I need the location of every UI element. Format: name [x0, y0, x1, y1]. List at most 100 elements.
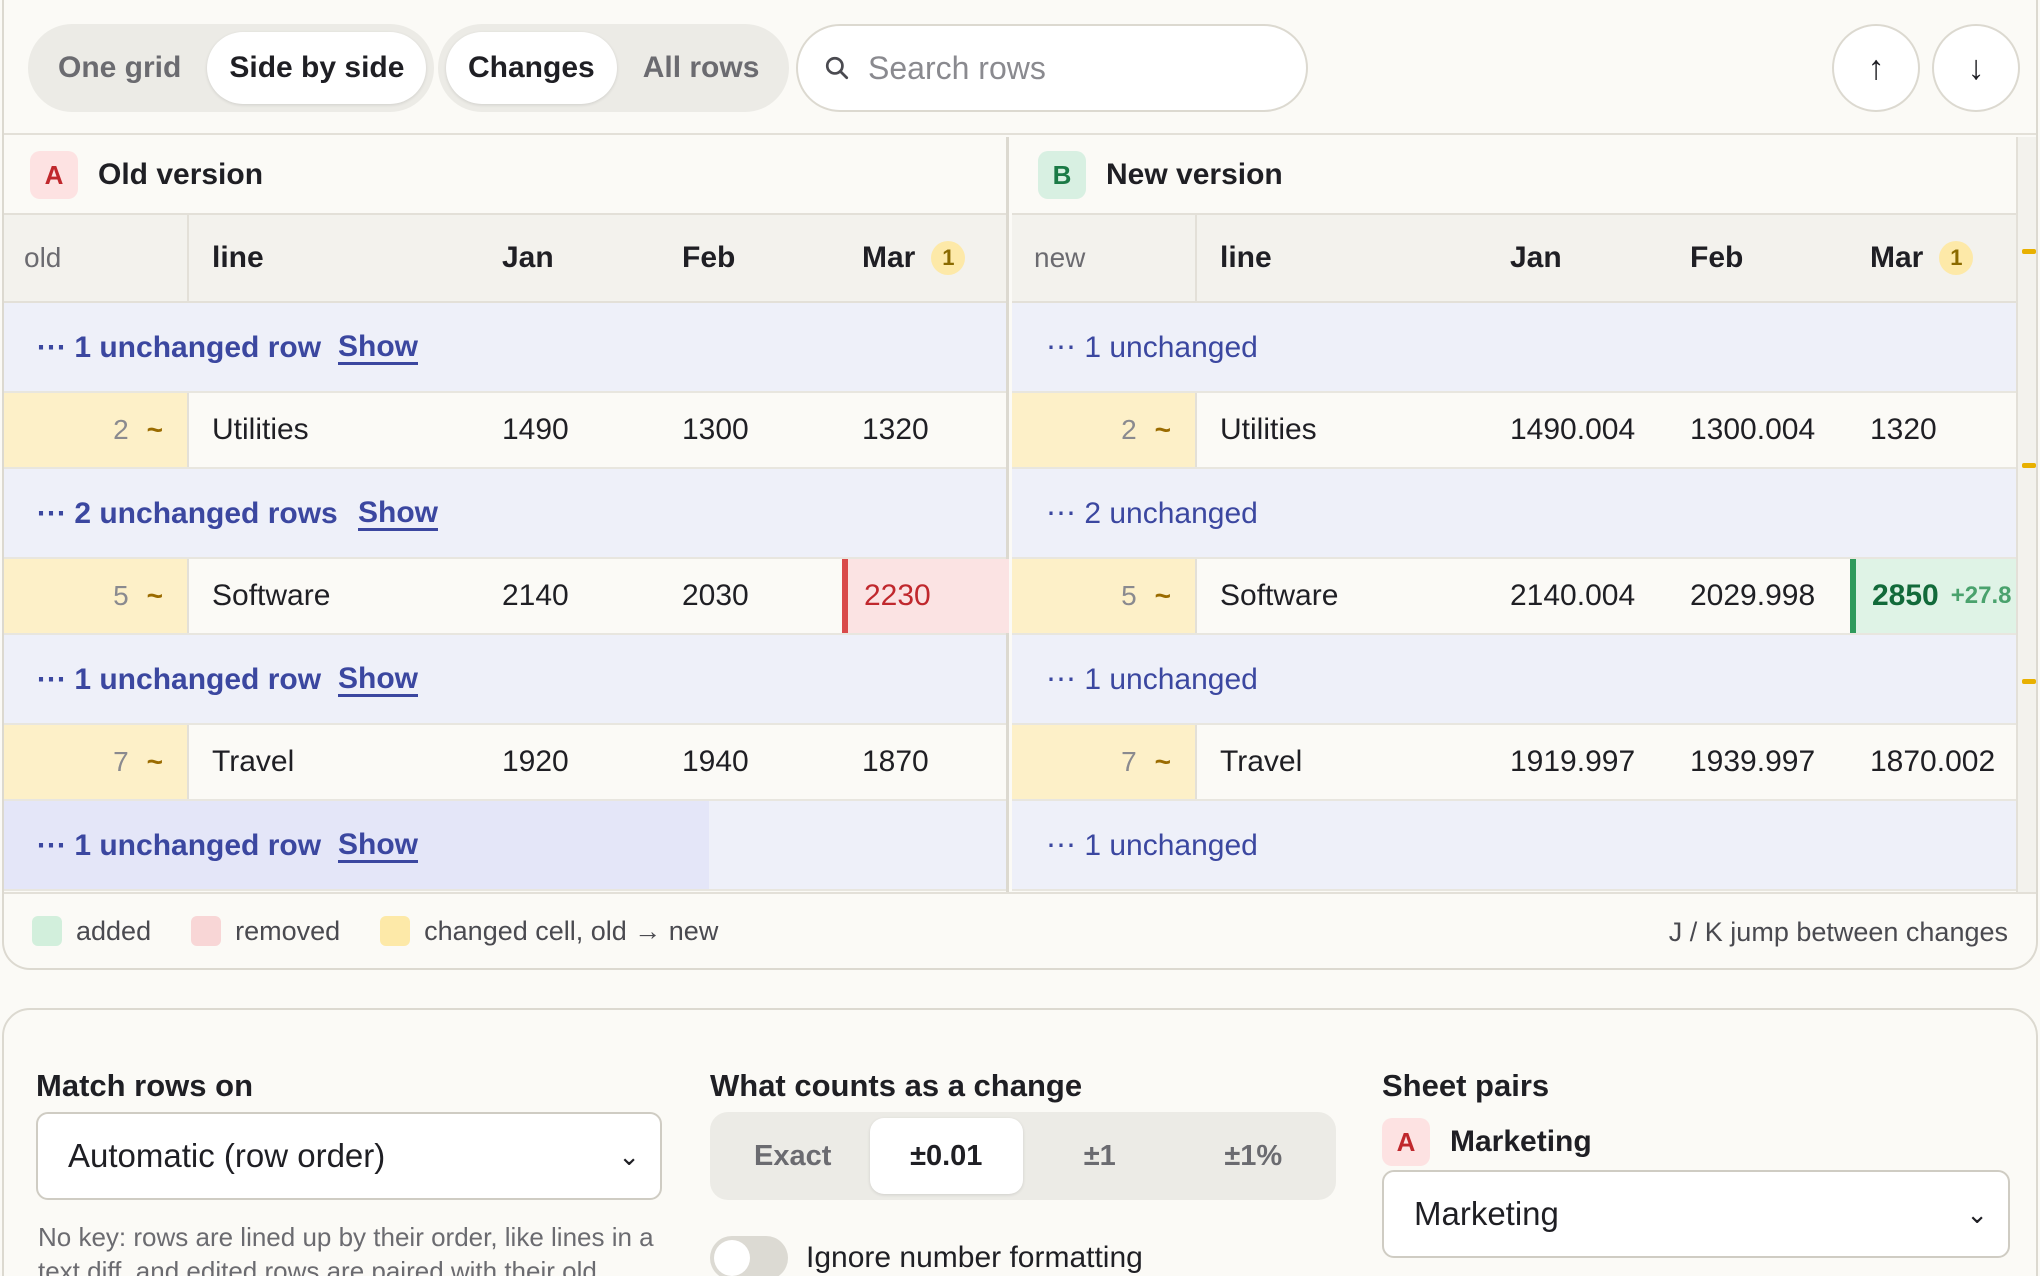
one-grid-button[interactable]: One grid	[36, 32, 203, 104]
sheet-pair-header: A Marketing	[1382, 1118, 1592, 1166]
show-rows-link[interactable]: Show	[338, 801, 418, 889]
tolerance-1-button[interactable]: ±1	[1023, 1118, 1177, 1194]
cell-line: Travel	[1220, 745, 1303, 778]
cell-jan: 2140	[502, 579, 569, 612]
tolerance-exact-button[interactable]: Exact	[716, 1118, 870, 1194]
row-mode-toggle: Changes All rows	[438, 24, 790, 112]
table-row[interactable]: 7 ~ Travel 1919.997 1939.997 1870.002	[1012, 725, 2016, 801]
cell-mar: 1870	[862, 745, 929, 778]
collapsed-group[interactable]: ⋯ 1 unchanged	[1012, 801, 2016, 891]
legend: added removed changed cell, old → new J …	[4, 892, 2036, 968]
change-marker[interactable]	[2022, 679, 2036, 684]
col-mar-header[interactable]: Mar 1	[862, 215, 966, 301]
collapsed-group: ⋯ 1 unchanged row Show	[4, 303, 1006, 393]
chevron-down-icon: ⌄	[618, 1140, 640, 1171]
collapsed-group[interactable]: ⋯ 2 unchanged	[1012, 469, 2016, 559]
collapsed-label: ⋯ 1 unchanged	[1046, 662, 1258, 696]
collapsed-label: ⋯ 1 unchanged row	[36, 330, 322, 364]
cell-jan: 1490.004	[1510, 413, 1636, 446]
legend-changed: changed cell, old → new	[380, 916, 718, 947]
collapsed-label: ⋯ 1 unchanged row	[36, 662, 322, 696]
cell-mar: 1320	[1870, 413, 1937, 446]
ignore-formatting-toggle[interactable]	[710, 1236, 788, 1276]
col-jan-header[interactable]: Jan	[1510, 215, 1562, 301]
cell-mar: 1870.002	[1870, 745, 1996, 778]
cell-feb: 2029.998	[1690, 579, 1816, 612]
chevron-down-icon: ⌄	[1966, 1198, 1988, 1229]
cell-line: Software	[212, 579, 331, 612]
changed-swatch	[380, 916, 411, 946]
search-box	[796, 24, 1308, 112]
removed-swatch	[191, 916, 222, 946]
col-jan-header[interactable]: Jan	[502, 215, 554, 301]
old-index-header: old	[4, 215, 189, 301]
legend-added: added	[32, 916, 151, 947]
cell-line: Utilities	[1220, 413, 1317, 446]
cell-feb: 1300	[682, 413, 749, 446]
show-rows-link[interactable]: Show	[338, 635, 418, 723]
cell-feb: 1300.004	[1690, 413, 1816, 446]
show-rows-link[interactable]: Show	[358, 469, 438, 557]
version-a-badge: A	[30, 151, 78, 199]
collapsed-label: ⋯ 1 unchanged row	[36, 828, 322, 862]
col-line-header[interactable]: line	[212, 215, 264, 301]
row-index: 5 ~	[4, 559, 189, 633]
match-rows-help: No key: rows are lined up by their order…	[38, 1222, 654, 1276]
table-row[interactable]: 2 ~ Utilities 1490.004 1300.004 1320	[1012, 393, 2016, 469]
legend-removed: removed	[191, 916, 340, 947]
new-version-pane: B New version new line Jan Feb Mar 1 ⋯ 1…	[1012, 137, 2016, 892]
collapsed-label: ⋯ 2 unchanged rows	[36, 496, 338, 530]
ignore-formatting-label: Ignore number formatting	[806, 1241, 1143, 1274]
table-row[interactable]: 7 ~ Travel 1920 1940 1870	[4, 725, 1006, 801]
new-value: 2850	[1872, 579, 1939, 612]
changes-button[interactable]: Changes	[446, 32, 617, 104]
match-rows-select[interactable]: Automatic (row order) ⌄	[36, 1112, 662, 1200]
row-index: 7 ~	[1012, 725, 1197, 799]
show-rows-link[interactable]: Show	[338, 303, 418, 391]
arrow-up-icon: ↑	[1867, 48, 1885, 87]
tolerance-0-01-button[interactable]: ±0.01	[869, 1118, 1023, 1194]
col-feb-header[interactable]: Feb	[1690, 215, 1743, 301]
cell-feb: 1940	[682, 745, 749, 778]
collapsed-group: ⋯ 2 unchanged rows Show	[4, 469, 1006, 559]
arrow-down-icon: ↓	[1967, 48, 1985, 87]
sheet-pair-select[interactable]: Marketing ⌄	[1382, 1170, 2010, 1258]
cell-mar-removed: 2230	[842, 559, 1009, 633]
change-minimap-scrollbar[interactable]	[2016, 137, 2036, 892]
keyboard-shortcut-hint: J / K jump between changes	[1668, 916, 2008, 947]
table-row[interactable]: 2 ~ Utilities 1490 1300 1320	[4, 393, 1006, 469]
change-threshold-label: What counts as a change	[710, 1068, 1083, 1103]
cell-jan: 1919.997	[1510, 745, 1636, 778]
delta-percent: +27.8	[1950, 582, 2012, 609]
col-mar-label: Mar	[862, 241, 916, 274]
change-marker[interactable]	[2022, 463, 2036, 468]
prev-change-button[interactable]: ↑	[1832, 24, 1920, 112]
side-by-side-button[interactable]: Side by side	[207, 32, 427, 104]
row-index: 2 ~	[1012, 393, 1197, 467]
change-marker[interactable]	[2022, 249, 2036, 254]
sheet-pairs-label: Sheet pairs	[1382, 1068, 1550, 1103]
table-row[interactable]: 5 ~ Software 2140.004 2029.998 2850 +27.8	[1012, 559, 2016, 635]
search-icon	[825, 56, 849, 80]
tolerance-toggle: Exact ±0.01 ±1 ±1%	[710, 1112, 1336, 1200]
collapsed-label: ⋯ 2 unchanged	[1046, 496, 1258, 530]
col-feb-header[interactable]: Feb	[682, 215, 735, 301]
search-input[interactable]	[868, 49, 1288, 87]
view-mode-toggle: One grid Side by side	[28, 24, 435, 112]
old-pane-header: A Old version	[4, 137, 1006, 215]
toolbar: One grid Side by side Changes All rows ↑…	[4, 0, 2036, 135]
tolerance-1-percent-button[interactable]: ±1%	[1177, 1118, 1331, 1194]
new-index-header: new	[1012, 215, 1197, 301]
next-change-button[interactable]: ↓	[1932, 24, 2020, 112]
table-row[interactable]: 5 ~ Software 2140 2030 2230	[4, 559, 1009, 635]
cell-jan: 1490	[502, 413, 569, 446]
version-a-badge: A	[1382, 1118, 1430, 1166]
old-column-header: old line Jan Feb Mar 1	[4, 215, 1006, 303]
col-line-header[interactable]: line	[1220, 215, 1272, 301]
collapsed-group[interactable]: ⋯ 1 unchanged	[1012, 303, 2016, 393]
match-rows-label: Match rows on	[36, 1068, 254, 1103]
all-rows-button[interactable]: All rows	[621, 32, 782, 104]
col-mar-header[interactable]: Mar 1	[1870, 215, 1974, 301]
cell-mar-added: 2850 +27.8	[1850, 559, 2016, 633]
collapsed-group[interactable]: ⋯ 1 unchanged	[1012, 635, 2016, 725]
